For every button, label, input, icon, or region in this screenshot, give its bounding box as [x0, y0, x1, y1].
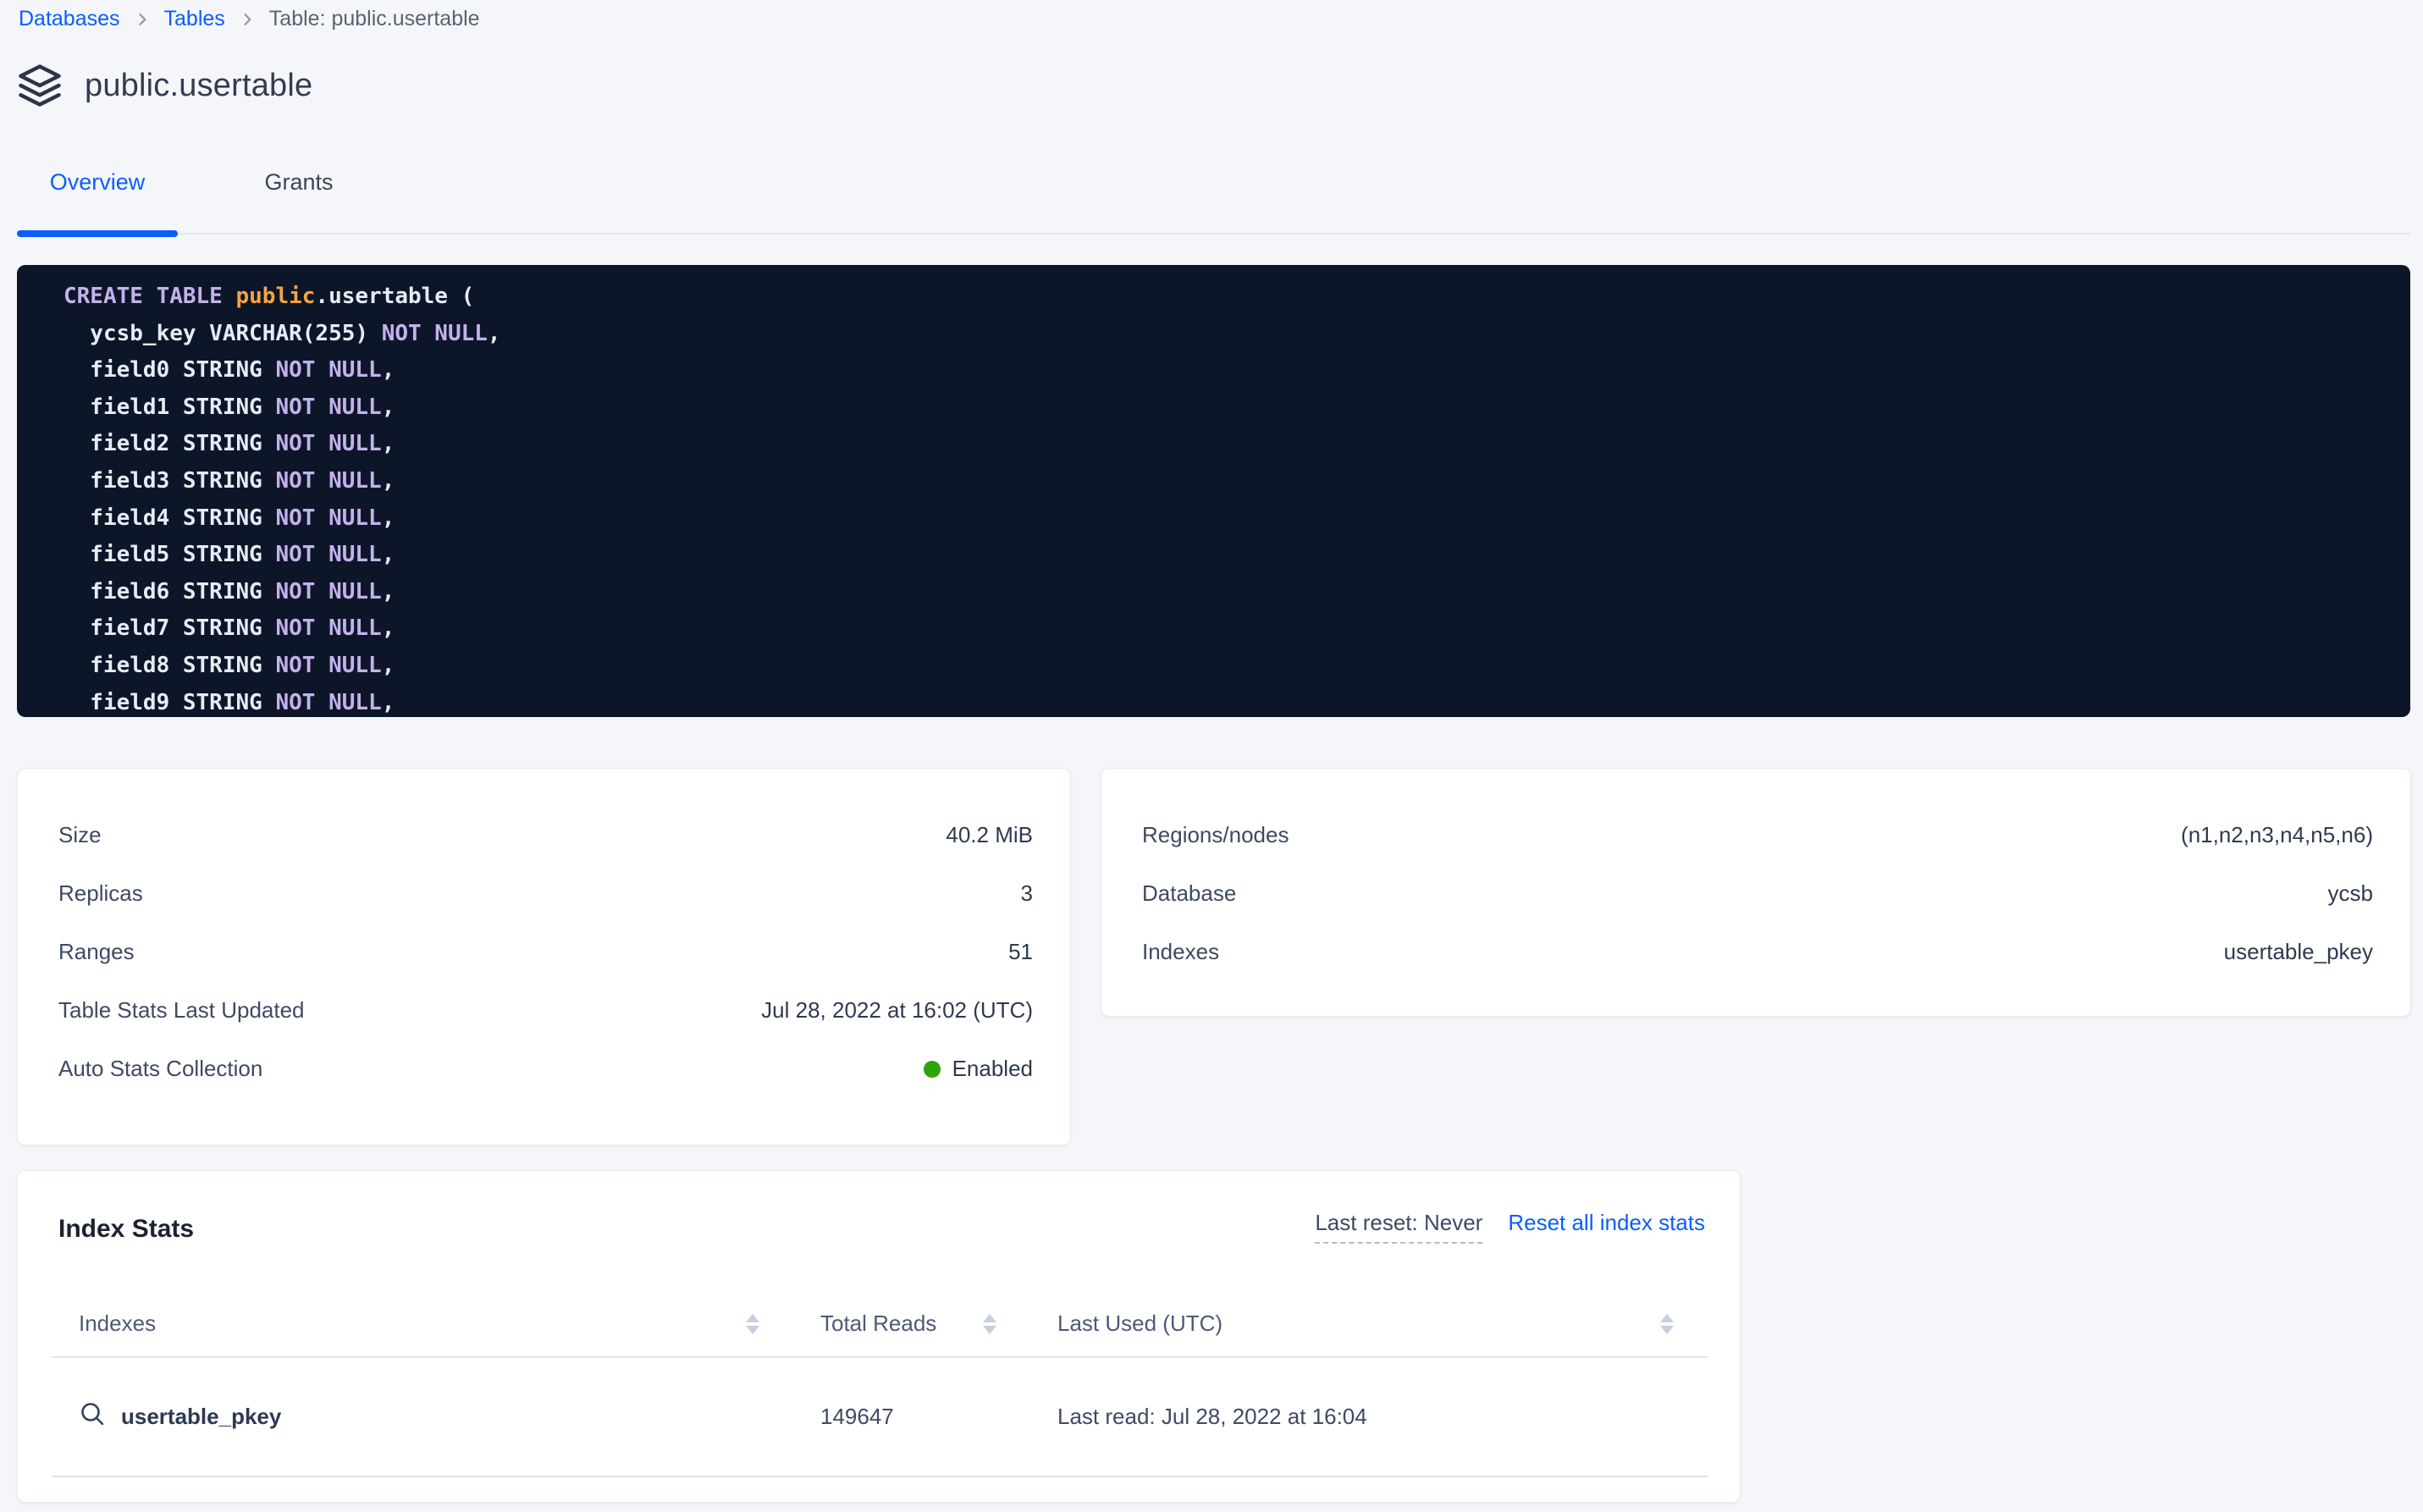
stat-value: (n1,n2,n3,n4,n5,n6) [2181, 822, 2373, 848]
index-stats-card: Index Stats Last reset: Never Reset all … [17, 1170, 1741, 1503]
layers-icon [17, 63, 63, 108]
tab-bar: Overview Grants [17, 166, 2410, 235]
index-stats-table: Indexes Total Reads Last Used (UTC) [52, 1291, 1708, 1477]
create-table-statement[interactable]: CREATE TABLE public.usertable ( ycsb_key… [17, 265, 2410, 717]
reset-index-stats-link[interactable]: Reset all index stats [1508, 1210, 1705, 1236]
index-stats-title: Index Stats [58, 1215, 194, 1244]
column-header-last-used[interactable]: Last Used (UTC) [1030, 1311, 1708, 1337]
breadcrumb-current: Table: public.usertable [269, 7, 480, 31]
column-header-total-reads[interactable]: Total Reads [793, 1311, 1030, 1337]
chevron-right-icon [134, 11, 151, 28]
stat-label: Table Stats Last Updated [58, 997, 305, 1024]
stat-value: Enabled [924, 1056, 1033, 1082]
last-used-cell: Last read: Jul 28, 2022 at 16:04 [1030, 1404, 1708, 1430]
table-details-card: Regions/nodes (n1,n2,n3,n4,n5,n6) Databa… [1101, 768, 2411, 1017]
chevron-right-icon [239, 11, 256, 28]
stat-label: Auto Stats Collection [58, 1056, 262, 1082]
breadcrumb: Databases Tables Table: public.usertable [19, 7, 480, 31]
column-label: Total Reads [793, 1311, 936, 1337]
index-name-cell: usertable_pkey [52, 1400, 793, 1433]
column-label: Last Used (UTC) [1030, 1311, 1223, 1337]
stat-label: Regions/nodes [1142, 822, 1289, 848]
status-enabled-dot [924, 1061, 941, 1078]
stat-value: 40.2 MiB [946, 822, 1033, 848]
status-text: Enabled [952, 1056, 1033, 1082]
stat-label: Size [58, 822, 102, 848]
stat-value: 3 [1021, 880, 1033, 907]
stat-row-stats-updated: Table Stats Last Updated Jul 28, 2022 at… [58, 981, 1033, 1040]
sort-icon [983, 1314, 996, 1334]
stat-value: Jul 28, 2022 at 16:02 (UTC) [761, 997, 1033, 1024]
breadcrumb-link-databases[interactable]: Databases [19, 7, 120, 31]
stat-row-ranges: Ranges 51 [58, 923, 1033, 981]
sql-code: CREATE TABLE public.usertable ( ycsb_key… [17, 265, 2410, 717]
tab-overview[interactable]: Overview [17, 166, 178, 233]
table-overview-card: Size 40.2 MiB Replicas 3 Ranges 51 Table… [17, 768, 1071, 1145]
page-title: public.usertable [85, 68, 312, 104]
breadcrumb-link-tables[interactable]: Tables [164, 7, 225, 31]
stat-row-replicas: Replicas 3 [58, 864, 1033, 923]
stat-row-database: Database ycsb [1142, 864, 2373, 923]
stat-value: ycsb [2328, 880, 2373, 907]
column-header-indexes[interactable]: Indexes [52, 1311, 793, 1337]
stat-value: usertable_pkey [2224, 939, 2373, 965]
page-header: public.usertable [17, 63, 312, 108]
stat-row-auto-stats: Auto Stats Collection Enabled [58, 1040, 1033, 1098]
sort-icon [746, 1314, 759, 1334]
stat-row-indexes: Indexes usertable_pkey [1142, 923, 2373, 981]
stat-label: Replicas [58, 880, 143, 907]
stat-label: Indexes [1142, 939, 1219, 965]
magnifier-icon [79, 1400, 106, 1433]
tab-grants[interactable]: Grants [218, 166, 379, 233]
sort-icon [1660, 1314, 1674, 1334]
stat-row-size: Size 40.2 MiB [58, 806, 1033, 864]
column-label: Indexes [52, 1311, 156, 1337]
stat-label: Ranges [58, 939, 135, 965]
index-name-link[interactable]: usertable_pkey [121, 1404, 281, 1430]
table-row: usertable_pkey 149647 Last read: Jul 28,… [52, 1358, 1708, 1477]
stat-label: Database [1142, 880, 1236, 907]
stat-value: 51 [1008, 939, 1033, 965]
last-reset-tooltip[interactable]: Last reset: Never [1315, 1210, 1482, 1244]
total-reads-cell: 149647 [793, 1404, 1030, 1430]
stat-row-regions: Regions/nodes (n1,n2,n3,n4,n5,n6) [1142, 806, 2373, 864]
